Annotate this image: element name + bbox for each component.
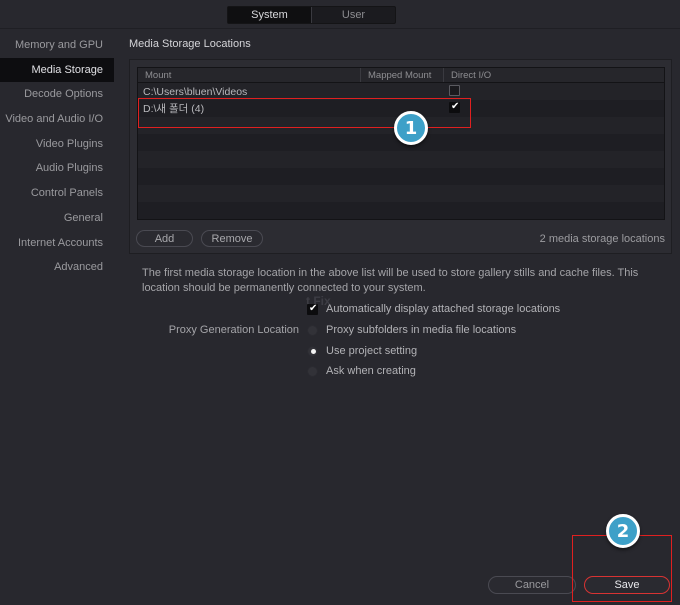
proxy-location-label: Proxy Generation Location (168, 324, 299, 336)
sidebar-item-video-plugins[interactable]: Video Plugins (0, 132, 114, 157)
column-header-mapped-mount[interactable]: Mapped Mount (361, 68, 444, 82)
empty-row (138, 202, 664, 219)
sidebar-item-general[interactable]: General (0, 206, 114, 231)
remove-location-button[interactable]: Remove (201, 230, 263, 247)
direct-io-checkbox[interactable] (449, 84, 460, 96)
add-location-button[interactable]: Add (136, 230, 193, 247)
radio-label: Ask when creating (326, 365, 416, 377)
sidebar-item-internet-accounts[interactable]: Internet Accounts (0, 231, 114, 256)
tab-system[interactable]: System (228, 7, 312, 23)
sidebar-item-decode-options[interactable]: Decode Options (0, 82, 114, 107)
proxy-option-project-setting[interactable]: Use project setting (307, 345, 417, 357)
radio-label: Proxy subfolders in media file locations (326, 324, 517, 336)
storage-note: The first media storage location in the … (142, 267, 639, 294)
cancel-button[interactable]: Cancel (488, 576, 576, 594)
storage-table: Mount Mapped Mount Direct I/O C:\Users\b… (137, 67, 665, 220)
settings-sidebar: Memory and GPU Media Storage Decode Opti… (0, 33, 114, 280)
header-divider (0, 28, 680, 29)
column-header-direct-io[interactable]: Direct I/O (444, 68, 664, 82)
radio-button[interactable] (307, 324, 318, 336)
tab-user[interactable]: User (312, 7, 395, 23)
empty-row (138, 185, 664, 202)
sidebar-item-video-audio-io[interactable]: Video and Audio I/O (0, 107, 114, 132)
direct-io-cell (444, 84, 460, 99)
empty-row (138, 168, 664, 185)
storage-count: 2 media storage locations (539, 233, 665, 245)
section-title: Media Storage Locations (129, 38, 251, 50)
sidebar-item-media-storage[interactable]: Media Storage (0, 57, 114, 83)
radio-button[interactable] (307, 345, 318, 357)
proxy-option-subfolders[interactable]: Proxy subfolders in media file locations (307, 324, 516, 336)
radio-label: Use project setting (326, 345, 418, 357)
sidebar-item-audio-plugins[interactable]: Audio Plugins (0, 156, 114, 181)
auto-display-checkbox[interactable] (307, 303, 318, 315)
sidebar-item-control-panels[interactable]: Control Panels (0, 181, 114, 206)
mount-path: C:\Users\bluen\Videos (143, 85, 248, 98)
radio-button[interactable] (307, 365, 318, 377)
empty-row (138, 151, 664, 168)
proxy-option-ask[interactable]: Ask when creating (307, 365, 416, 377)
column-header-mount[interactable]: Mount (138, 68, 361, 82)
step-callout-1: 1 (394, 111, 428, 145)
sidebar-item-advanced[interactable]: Advanced (0, 255, 114, 280)
auto-display-option[interactable]: Automatically display attached storage l… (307, 303, 560, 315)
sidebar-item-memory-gpu[interactable]: Memory and GPU (0, 33, 114, 58)
step-callout-2: 2 (606, 514, 640, 548)
table-header: Mount Mapped Mount Direct I/O (138, 68, 664, 83)
auto-display-label: Automatically display attached storage l… (326, 303, 561, 315)
settings-scope-toggle: System User (227, 6, 396, 24)
